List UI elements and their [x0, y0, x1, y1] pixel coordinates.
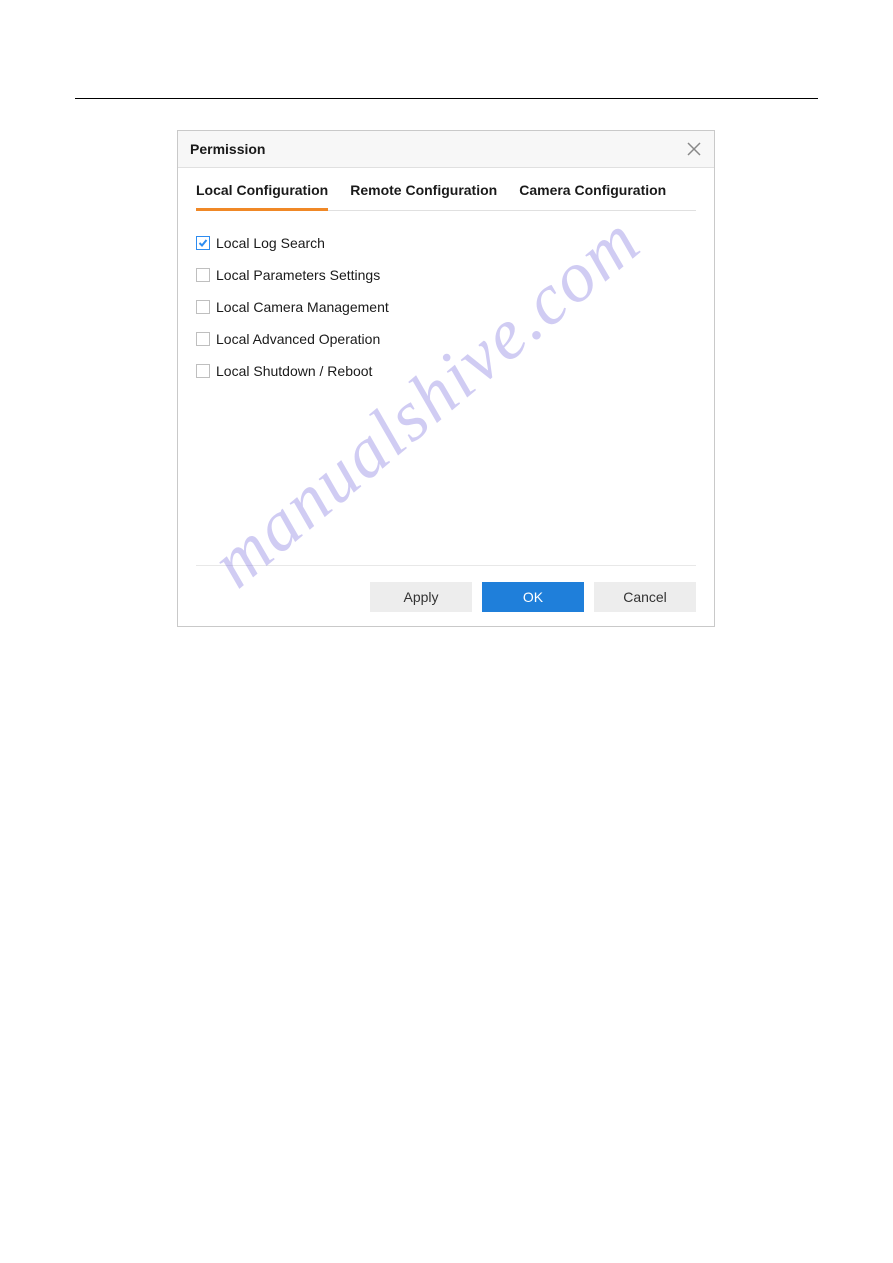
dialog-titlebar: Permission	[178, 131, 714, 168]
tab-local-configuration[interactable]: Local Configuration	[196, 182, 328, 211]
dialog-title: Permission	[190, 141, 265, 157]
close-icon[interactable]	[684, 139, 704, 159]
checkbox-list: Local Log Search Local Parameters Settin…	[196, 211, 696, 405]
cancel-button[interactable]: Cancel	[594, 582, 696, 612]
checkbox-row-local-camera-management: Local Camera Management	[196, 299, 696, 315]
tab-remote-configuration[interactable]: Remote Configuration	[350, 182, 497, 211]
checkbox-local-camera-management[interactable]	[196, 300, 210, 314]
ok-button[interactable]: OK	[482, 582, 584, 612]
checkbox-row-local-advanced-operation: Local Advanced Operation	[196, 331, 696, 347]
checkbox-label: Local Camera Management	[216, 299, 389, 315]
checkbox-local-parameters-settings[interactable]	[196, 268, 210, 282]
dialog-footer: Apply OK Cancel	[178, 566, 714, 626]
checkbox-label: Local Advanced Operation	[216, 331, 380, 347]
checkbox-local-advanced-operation[interactable]	[196, 332, 210, 346]
tab-camera-configuration[interactable]: Camera Configuration	[519, 182, 666, 211]
page-divider	[75, 98, 818, 99]
checkbox-local-log-search[interactable]	[196, 236, 210, 250]
tabs: Local Configuration Remote Configuration…	[196, 182, 696, 211]
checkbox-label: Local Shutdown / Reboot	[216, 363, 372, 379]
checkbox-row-local-shutdown-reboot: Local Shutdown / Reboot	[196, 363, 696, 379]
apply-button[interactable]: Apply	[370, 582, 472, 612]
dialog-body: Local Configuration Remote Configuration…	[178, 168, 714, 566]
checkbox-label: Local Parameters Settings	[216, 267, 380, 283]
checkbox-row-local-parameters-settings: Local Parameters Settings	[196, 267, 696, 283]
checkbox-label: Local Log Search	[216, 235, 325, 251]
checkbox-row-local-log-search: Local Log Search	[196, 235, 696, 251]
permission-dialog: Permission Local Configuration Remote Co…	[177, 130, 715, 627]
checkbox-local-shutdown-reboot[interactable]	[196, 364, 210, 378]
